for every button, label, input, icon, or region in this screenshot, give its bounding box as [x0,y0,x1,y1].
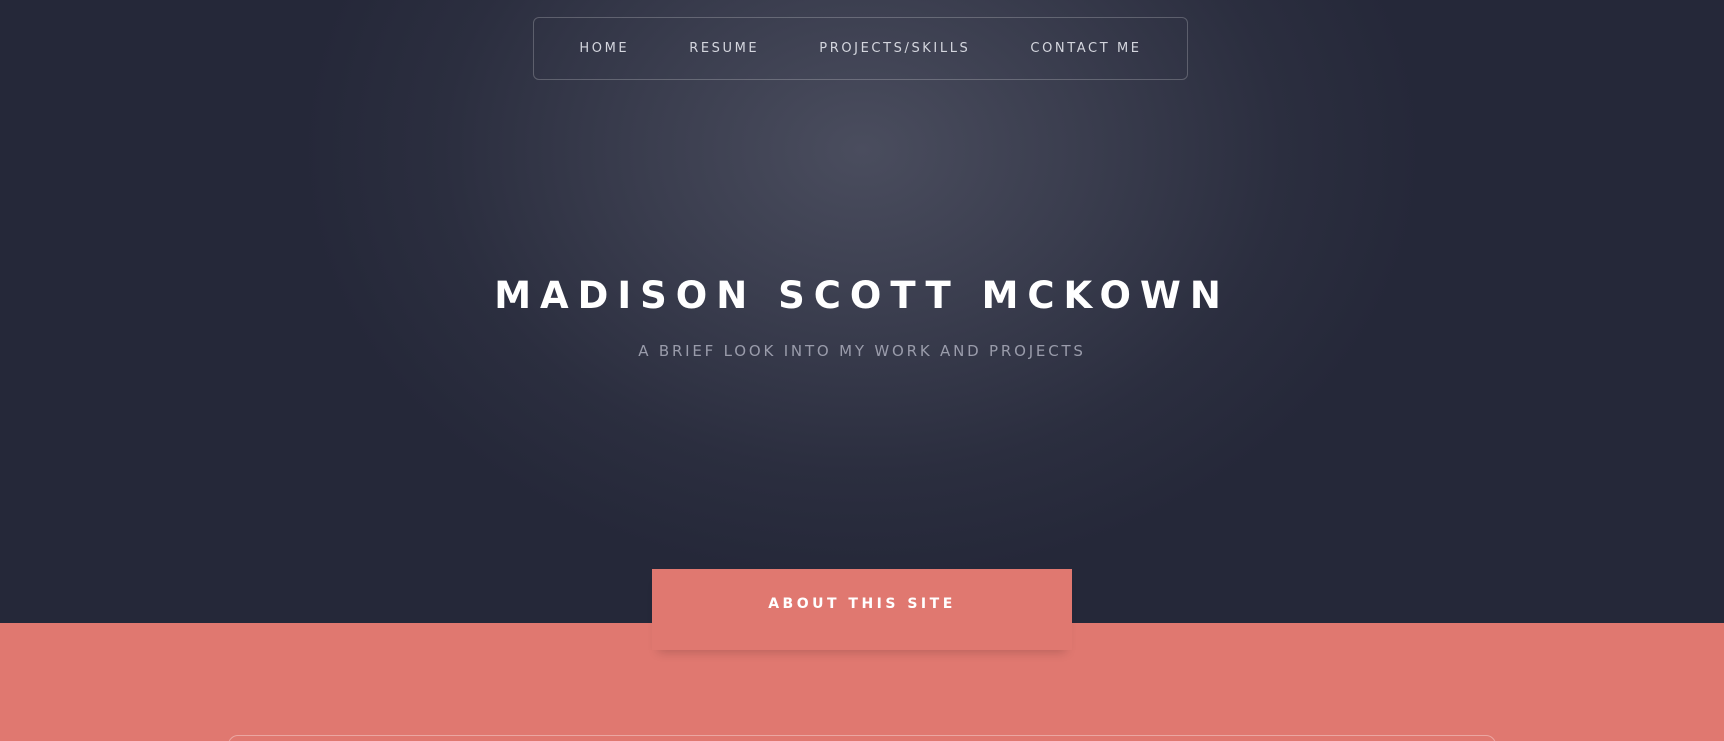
nav-resume-link[interactable]: RESUME [659,41,789,56]
main-nav: HOME RESUME PROJECTS/SKILLS CONTACT ME [533,17,1188,80]
page-subtitle: A BRIEF LOOK INTO MY WORK AND PROJECTS [638,342,1086,360]
nav-projects-skills-link[interactable]: PROJECTS/SKILLS [789,41,1000,56]
nav-contact-me-link[interactable]: CONTACT ME [1000,41,1171,56]
about-content-panel [228,735,1496,741]
page-title: MADISON SCOTT MCKOWN [494,274,1230,317]
nav-home-link[interactable]: HOME [549,41,659,56]
hero-section: HOME RESUME PROJECTS/SKILLS CONTACT ME M… [0,0,1724,623]
about-this-site-tab[interactable]: ABOUT THIS SITE [652,569,1072,650]
about-this-site-label: ABOUT THIS SITE [768,596,956,612]
page: HOME RESUME PROJECTS/SKILLS CONTACT ME M… [0,0,1724,741]
